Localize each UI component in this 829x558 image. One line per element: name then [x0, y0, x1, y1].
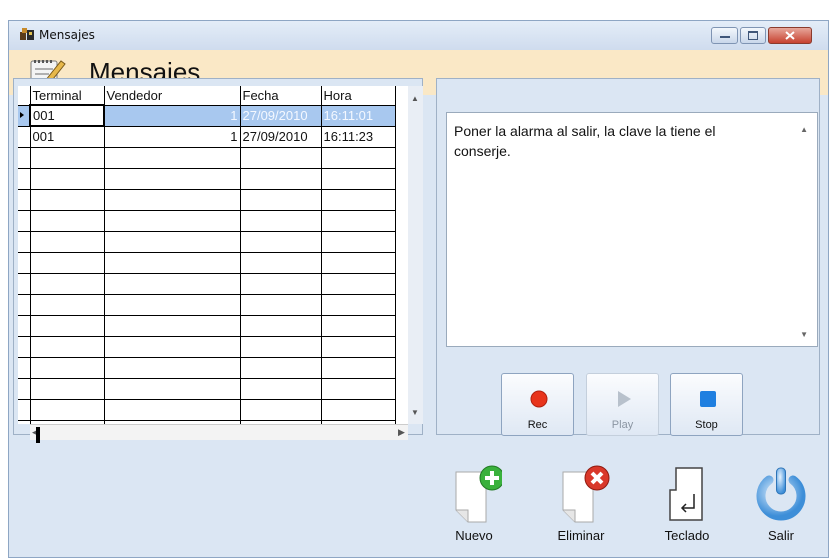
cell-vendedor[interactable]: 1	[103, 104, 241, 127]
maximize-icon	[748, 31, 758, 40]
nuevo-button[interactable]: Nuevo	[446, 464, 505, 548]
close-icon	[785, 31, 795, 40]
salir-label: Salir	[767, 528, 794, 543]
empty-row[interactable]	[18, 398, 396, 421]
grid-vertical-scrollbar[interactable]: ▲ ▼	[408, 86, 423, 424]
stop-icon	[700, 391, 716, 407]
column-header-fecha[interactable]: Fecha	[239, 86, 322, 106]
empty-row[interactable]	[18, 272, 396, 295]
minimize-button[interactable]	[711, 27, 738, 44]
eliminar-label: Eliminar	[557, 528, 605, 543]
teclado-button[interactable]: Teclado	[656, 464, 718, 548]
table-row[interactable]: 001 1 27/09/2010 16:11:01	[18, 104, 396, 127]
scroll-down-icon[interactable]: ▼	[800, 330, 808, 339]
empty-row[interactable]	[18, 146, 396, 169]
scroll-up-icon[interactable]: ▲	[411, 94, 419, 103]
cell-vendedor[interactable]: 1	[103, 125, 241, 148]
nuevo-label: Nuevo	[455, 528, 493, 543]
app-icon	[20, 28, 34, 40]
row-indicator	[18, 104, 31, 127]
record-icon	[530, 390, 548, 408]
empty-row[interactable]	[18, 356, 396, 379]
cell-hora[interactable]: 16:11:23	[320, 125, 396, 148]
window-title: Mensajes	[39, 28, 95, 42]
empty-row[interactable]	[18, 167, 396, 190]
salir-button[interactable]: Salir	[751, 464, 811, 548]
empty-row[interactable]	[18, 335, 396, 358]
scroll-right-icon[interactable]: ▶	[398, 427, 405, 438]
row-indicator	[18, 125, 31, 148]
empty-row[interactable]	[18, 377, 396, 400]
cell-hora[interactable]: 16:11:01	[320, 104, 396, 127]
stop-button[interactable]: Stop	[670, 373, 743, 436]
close-button[interactable]	[768, 27, 812, 44]
empty-row[interactable]	[18, 188, 396, 211]
empty-row[interactable]	[18, 230, 396, 253]
add-document-icon	[455, 465, 505, 523]
cell-fecha[interactable]: 27/09/2010	[239, 104, 322, 127]
cell-terminal[interactable]: 001	[29, 104, 105, 127]
column-header-terminal[interactable]: Terminal	[29, 86, 105, 106]
scroll-down-icon[interactable]: ▼	[411, 408, 419, 417]
scroll-position-marker	[36, 427, 40, 443]
empty-row[interactable]	[18, 251, 396, 274]
cell-terminal[interactable]: 001	[29, 125, 105, 148]
play-button[interactable]: Play	[586, 373, 659, 436]
grid-header-row: Terminal Vendedor Fecha Hora	[18, 86, 396, 106]
delete-document-icon	[562, 465, 610, 523]
maximize-button[interactable]	[740, 27, 766, 44]
column-header-hora[interactable]: Hora	[320, 86, 396, 106]
table-row[interactable]: 001 1 27/09/2010 16:11:23	[18, 125, 396, 148]
grid-horizontal-scrollbar[interactable]: ◀ ▶	[30, 424, 408, 440]
play-icon	[618, 391, 631, 407]
eliminar-button[interactable]: Eliminar	[549, 464, 613, 548]
column-header-vendedor[interactable]: Vendedor	[103, 86, 241, 106]
messages-grid[interactable]: Terminal Vendedor Fecha Hora 001 1 27/09…	[18, 86, 408, 424]
scroll-up-icon[interactable]: ▲	[800, 125, 808, 134]
power-icon	[756, 467, 806, 521]
title-bar: Mensajes	[9, 21, 828, 50]
message-text[interactable]: Poner la alarma al salir, la clave la ti…	[454, 121, 774, 161]
empty-row[interactable]	[18, 293, 396, 316]
play-label: Play	[611, 419, 634, 431]
minimize-icon	[719, 35, 730, 38]
rec-button[interactable]: Rec	[501, 373, 574, 436]
teclado-label: Teclado	[664, 528, 710, 543]
stop-label: Stop	[695, 419, 718, 431]
rec-label: Rec	[527, 419, 548, 431]
current-row-arrow-icon	[20, 112, 24, 118]
cell-fecha[interactable]: 27/09/2010	[239, 125, 322, 148]
message-textbox[interactable]: Poner la alarma al salir, la clave la ti…	[446, 112, 818, 347]
empty-row[interactable]	[18, 209, 396, 232]
keyboard-enter-icon	[669, 467, 703, 521]
empty-row[interactable]	[18, 314, 396, 337]
row-indicator-header	[18, 86, 31, 106]
